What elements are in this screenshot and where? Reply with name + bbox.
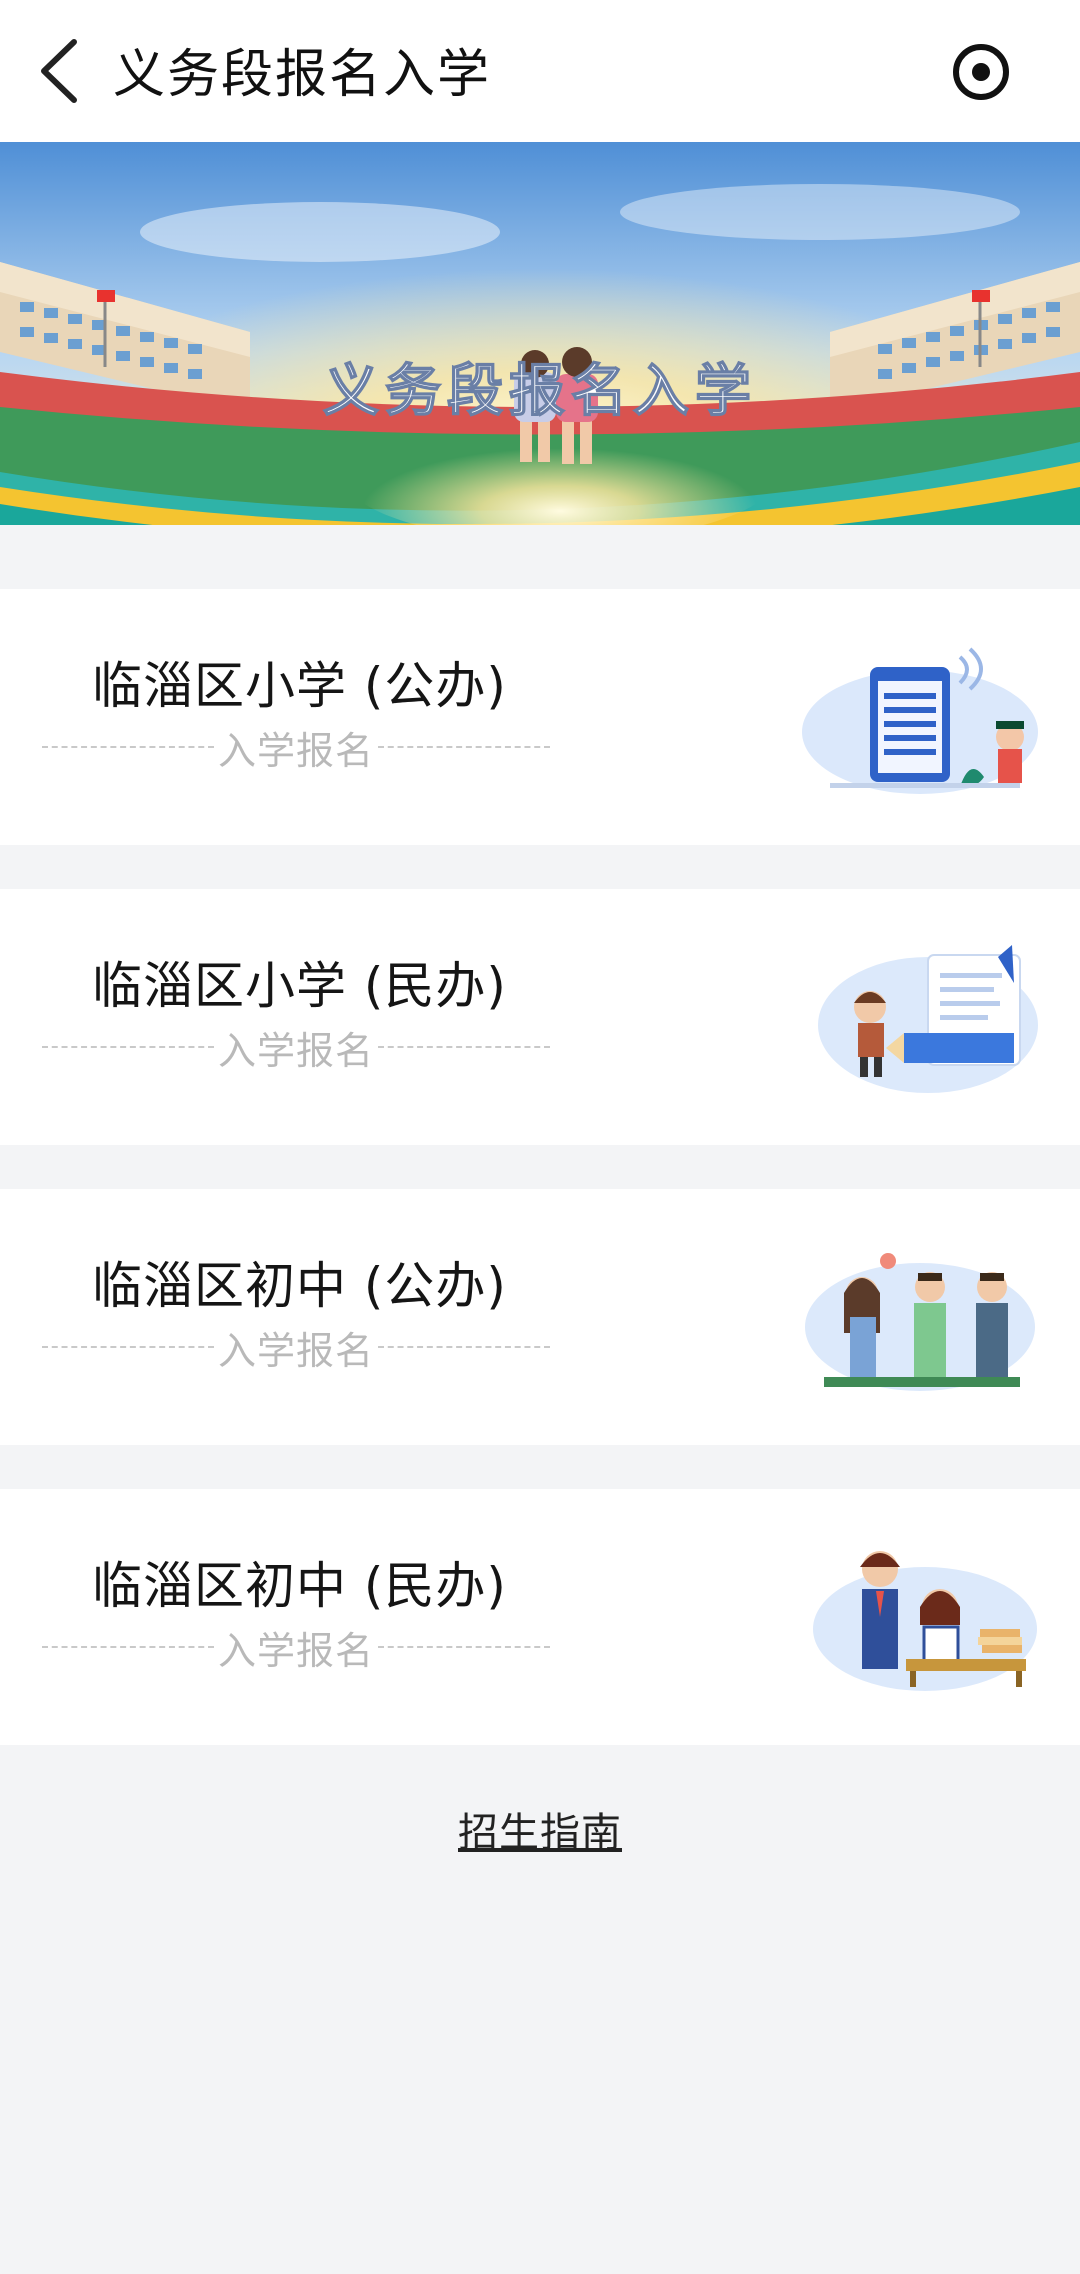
dashed-divider (378, 1646, 551, 1648)
entry-subtitle-row: 入学报名 (42, 1625, 551, 1673)
entry-subtitle-row: 入学报名 (42, 1325, 551, 1373)
target-icon (953, 44, 1009, 100)
kid-document-illustration (818, 945, 1038, 1093)
chevron-left-icon (41, 39, 77, 103)
students-group-illustration (805, 1253, 1035, 1391)
school-kiosk-illustration (802, 647, 1038, 794)
hero-banner: 义务段报名入学 (0, 142, 1080, 525)
banner-title: 义务段报名入学 (323, 359, 757, 424)
entry-card-primary-public[interactable]: 临淄区小学 (公办) 入学报名 (0, 589, 1080, 845)
dashed-divider (42, 1346, 214, 1348)
top-bar: 义务段报名入学 (0, 0, 1080, 142)
more-menu-button[interactable] (952, 43, 1010, 101)
dashed-divider (42, 1046, 214, 1048)
entry-subtitle: 入学报名 (218, 1328, 375, 1373)
stadium-illustration: 义务段报名入学 (0, 142, 1080, 525)
dashed-divider (378, 1046, 551, 1048)
entry-title: 临淄区小学 (民办) (92, 957, 507, 1015)
entry-title: 临淄区小学 (公办) (92, 657, 507, 715)
dashed-divider (42, 1646, 214, 1648)
dashed-divider (42, 746, 214, 748)
entry-subtitle: 入学报名 (218, 1628, 375, 1673)
entry-subtitle: 入学报名 (218, 1028, 375, 1073)
entry-card-primary-private[interactable]: 临淄区小学 (民办) 入学报名 (0, 889, 1080, 1145)
entry-list: 临淄区小学 (公办) 入学报名 临淄区小学 (民办) 入学报名 临淄区初中 (公… (0, 589, 1080, 1745)
entry-subtitle-row: 入学报名 (42, 1025, 551, 1073)
back-button[interactable] (28, 38, 88, 104)
page-title: 义务段报名入学 (113, 45, 492, 105)
students-desk-illustration (813, 1551, 1037, 1691)
enrollment-guide-link[interactable]: 招生指南 (458, 1810, 622, 1856)
dashed-divider (378, 1346, 551, 1348)
entry-card-middle-private[interactable]: 临淄区初中 (民办) 入学报名 (0, 1489, 1080, 1745)
dashed-divider (378, 746, 551, 748)
entry-card-middle-public[interactable]: 临淄区初中 (公办) 入学报名 (0, 1189, 1080, 1445)
entry-subtitle-row: 入学报名 (42, 725, 551, 773)
enrollment-guide-link-row: 招生指南 (0, 1800, 1080, 1858)
entry-subtitle: 入学报名 (218, 728, 375, 773)
entry-title: 临淄区初中 (公办) (92, 1257, 507, 1315)
entry-title: 临淄区初中 (民办) (92, 1557, 507, 1615)
